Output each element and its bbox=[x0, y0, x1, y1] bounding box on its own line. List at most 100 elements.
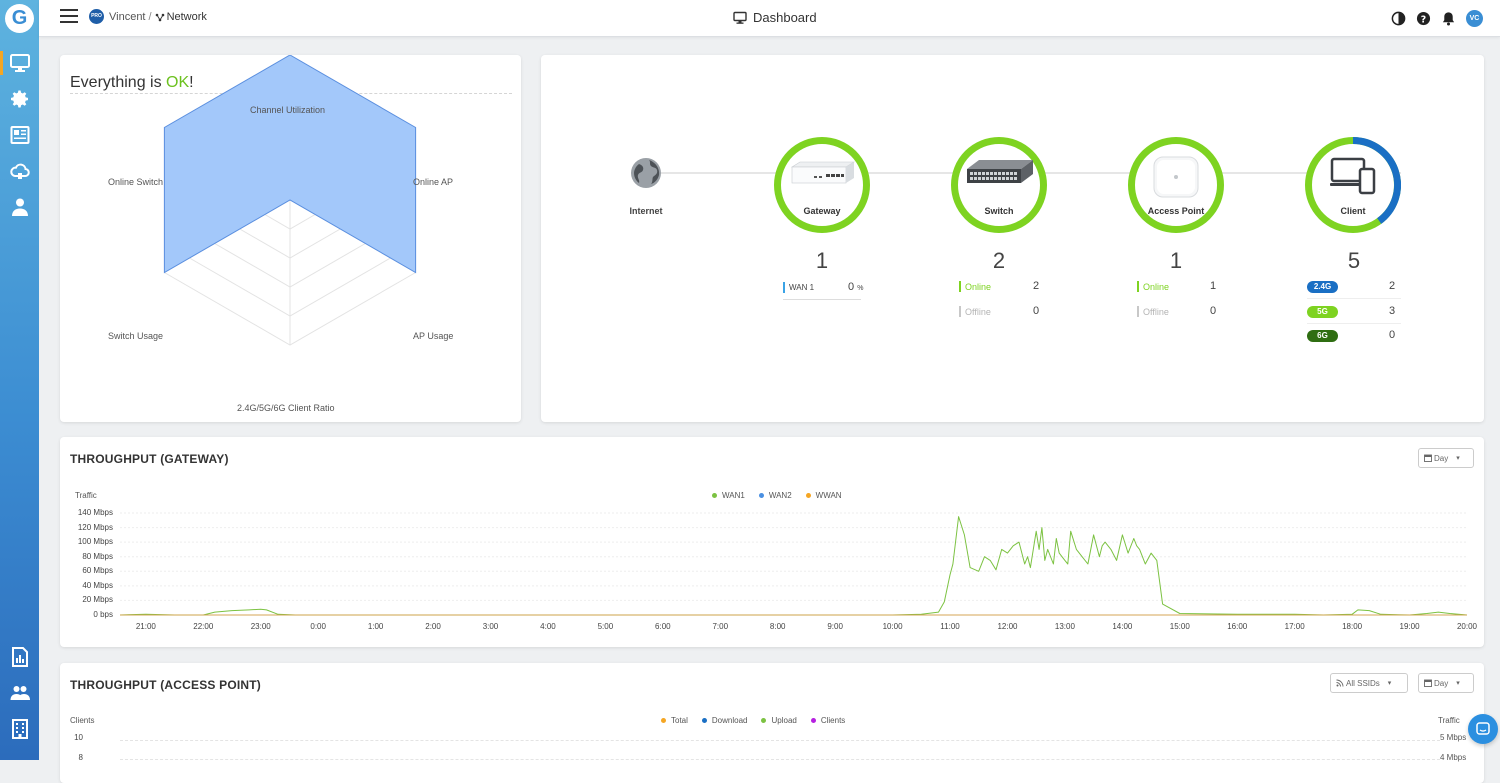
client-node[interactable]: Client bbox=[1305, 137, 1401, 233]
ap-range-value: Day bbox=[1434, 678, 1449, 688]
sidebar-item-organization[interactable] bbox=[0, 714, 39, 744]
legend-dot bbox=[810, 718, 816, 723]
switch-label: Switch bbox=[984, 206, 1014, 216]
ap-online-row: Online bbox=[1137, 281, 1169, 292]
help-icon[interactable]: ? bbox=[1416, 11, 1431, 26]
access-point-device-icon bbox=[1153, 156, 1199, 198]
radar-label-online-switch: Online Switch bbox=[108, 177, 164, 187]
avatar[interactable]: VC bbox=[1466, 10, 1483, 27]
gateway-count: 1 bbox=[815, 248, 829, 273]
breadcrumb-separator: / bbox=[148, 10, 152, 23]
band-divider bbox=[1307, 298, 1401, 299]
access-point-node[interactable]: Access Point bbox=[1128, 137, 1224, 233]
legend-label-upload: Upload bbox=[771, 716, 797, 725]
chat-icon bbox=[1476, 722, 1490, 735]
band-badge-2-4g: 2.4G bbox=[1307, 281, 1338, 293]
radar-label-online-ap: Online AP bbox=[413, 177, 454, 187]
theme-toggle-icon[interactable] bbox=[1391, 11, 1406, 26]
legend-item-upload[interactable]: Upload bbox=[761, 716, 797, 725]
ap-offline-bar bbox=[1137, 306, 1139, 317]
users-icon bbox=[10, 686, 30, 700]
wan1-value-number: 0 bbox=[848, 281, 855, 293]
breadcrumb-org[interactable]: Vincent bbox=[109, 11, 146, 23]
menu-toggle-icon[interactable] bbox=[60, 9, 78, 23]
band-2-4g-value: 2 bbox=[1389, 280, 1396, 292]
client-label: Client bbox=[1340, 206, 1366, 216]
top-bar: PRO Vincent / Network Dashboard ? VC bbox=[39, 0, 1500, 37]
svg-text:?: ? bbox=[1421, 14, 1426, 25]
switch-online-bar bbox=[959, 281, 961, 292]
sidebar: G bbox=[0, 0, 39, 760]
sidebar-item-statistics[interactable] bbox=[0, 642, 39, 672]
header-actions: ? VC bbox=[1391, 10, 1483, 27]
legend-label-total: Total bbox=[671, 716, 688, 725]
throughput-ap-card: THROUGHPUT (ACCESS POINT) All SSIDs ▾ Da… bbox=[60, 663, 1484, 783]
chevron-down-icon: ▾ bbox=[1387, 680, 1392, 687]
ap-y-right-tick: 4 Mbps bbox=[1440, 753, 1467, 762]
cloud-icon bbox=[9, 163, 30, 179]
report-icon bbox=[10, 126, 29, 144]
legend-dot bbox=[661, 718, 666, 723]
ap-count: 1 bbox=[1169, 248, 1183, 273]
breadcrumb-site[interactable]: Network bbox=[167, 11, 207, 23]
radar-label-client-ratio: 2.4G/5G/6G Client Ratio bbox=[237, 403, 335, 413]
gateway-device-icon bbox=[790, 161, 856, 184]
internet-label: Internet bbox=[629, 206, 663, 216]
sidebar-item-settings[interactable] bbox=[0, 84, 39, 114]
user-icon bbox=[11, 198, 28, 216]
wan1-row: WAN 1 bbox=[783, 282, 814, 293]
radar-label-switch-usage: Switch Usage bbox=[108, 331, 164, 341]
chevron-down-icon: ▾ bbox=[1456, 680, 1460, 687]
wan1-label: WAN 1 bbox=[789, 283, 815, 292]
page-title: Dashboard bbox=[733, 10, 817, 25]
legend-label-clients: Clients bbox=[820, 716, 846, 725]
sidebar-item-users[interactable] bbox=[0, 678, 39, 708]
bell-icon[interactable] bbox=[1441, 11, 1456, 26]
legend-item-total[interactable]: Total bbox=[661, 716, 688, 725]
legend-item-download[interactable]: Download bbox=[701, 716, 747, 725]
switch-device-icon bbox=[967, 160, 1033, 183]
gateway-throughput-chart bbox=[119, 512, 1468, 616]
ap-chart-legend: Total Download Upload Clients bbox=[661, 716, 845, 725]
network-icon bbox=[155, 13, 164, 21]
ap-y-right-title: Traffic bbox=[1438, 716, 1460, 725]
gear-icon bbox=[10, 90, 28, 108]
sidebar-item-reports[interactable] bbox=[0, 120, 39, 150]
monitor-icon bbox=[9, 54, 30, 72]
gateway-label: Gateway bbox=[803, 206, 841, 216]
switch-online-row: Online bbox=[959, 281, 991, 292]
sidebar-item-account[interactable] bbox=[0, 192, 39, 222]
ap-label: Access Point bbox=[1147, 206, 1205, 216]
switch-online-label: Online bbox=[965, 281, 992, 292]
ssid-filter-select[interactable]: All SSIDs ▾ bbox=[1330, 673, 1408, 693]
ap-offline-row: Offline bbox=[1137, 306, 1169, 317]
legend-item-clients[interactable]: Clients bbox=[810, 716, 846, 725]
ap-range-select[interactable]: Day ▾ bbox=[1418, 673, 1474, 693]
wan1-bar bbox=[783, 282, 785, 293]
sidebar-item-dashboard[interactable] bbox=[0, 48, 39, 78]
wan1-unit: % bbox=[857, 285, 864, 292]
ap-y-right-tick: 5 Mbps bbox=[1440, 733, 1467, 742]
globe-icon bbox=[631, 158, 661, 188]
ap-y-left-tick: 10 bbox=[74, 733, 83, 742]
page-title-text: Dashboard bbox=[753, 10, 817, 25]
chat-support-button[interactable] bbox=[1468, 714, 1498, 744]
switch-count: 2 bbox=[992, 248, 1006, 273]
calendar-icon bbox=[1424, 679, 1432, 687]
band-badge-6g: 6G bbox=[1307, 330, 1338, 342]
sidebar-item-cloud[interactable] bbox=[0, 156, 39, 186]
client-count: 5 bbox=[1347, 248, 1361, 273]
band-5g-value: 3 bbox=[1389, 305, 1396, 317]
throughput-gateway-card: THROUGHPUT (GATEWAY) Day ▾ Traffic WAN1 … bbox=[60, 437, 1484, 647]
ap-y-left-title: Clients bbox=[70, 716, 95, 725]
breadcrumb: PRO Vincent / Network bbox=[89, 9, 207, 24]
band-badge-5g: 5G bbox=[1307, 306, 1338, 318]
gateway-node[interactable]: Gateway bbox=[774, 137, 870, 233]
switch-offline-row: Offline bbox=[959, 306, 991, 317]
switch-offline-label: Offline bbox=[965, 306, 991, 317]
chart-icon bbox=[11, 647, 28, 667]
app-logo[interactable]: G bbox=[5, 4, 34, 33]
ap-y-left-tick: 8 bbox=[78, 753, 83, 762]
switch-node[interactable]: Switch bbox=[951, 137, 1047, 233]
switch-offline-value: 0 bbox=[1033, 305, 1040, 317]
